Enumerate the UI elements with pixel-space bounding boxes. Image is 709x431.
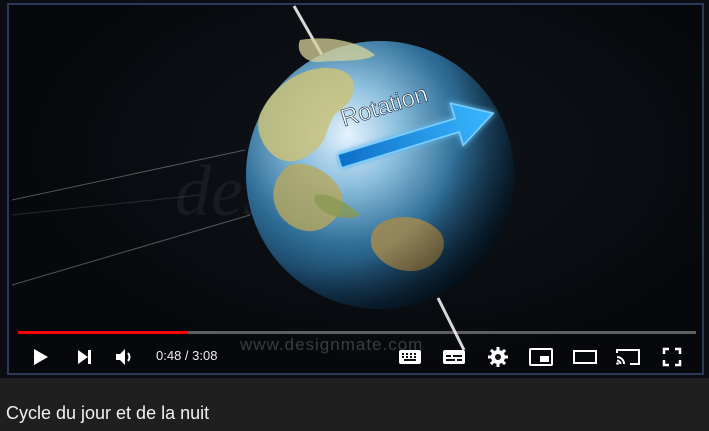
duration: 3:08 — [192, 348, 218, 363]
video-title: Cycle du jour et de la nuit — [6, 403, 210, 423]
settings-button[interactable] — [485, 344, 511, 370]
current-time: 0:48 — [156, 348, 182, 363]
keyboard-button[interactable] — [397, 344, 423, 370]
theater-icon — [573, 350, 597, 364]
orbit-line — [11, 194, 201, 216]
time-separator: / — [181, 348, 193, 363]
theater-button[interactable] — [572, 344, 598, 370]
cast-button[interactable] — [615, 344, 641, 370]
fullscreen-icon — [662, 347, 682, 367]
video-scene: designmate Rotation — [11, 5, 514, 351]
player-controls: 0:48 / 3:08 — [0, 340, 709, 374]
miniplayer-icon — [529, 348, 553, 366]
time-display: 0:48 / 3:08 — [156, 348, 217, 363]
keyboard-icon — [399, 350, 421, 364]
earth-globe — [246, 38, 514, 309]
miniplayer-button[interactable] — [528, 344, 554, 370]
progress-played — [18, 331, 188, 334]
cast-icon — [616, 349, 640, 365]
video-player[interactable]: designmate Rotation www.designmate.com — [0, 0, 709, 378]
settings-icon — [488, 347, 508, 367]
subtitles-icon — [443, 350, 465, 364]
play-icon — [34, 349, 48, 365]
progress-bar[interactable] — [18, 331, 696, 334]
volume-button[interactable] — [111, 344, 137, 370]
subtitles-button[interactable] — [441, 344, 467, 370]
volume-icon — [116, 349, 131, 365]
fullscreen-button[interactable] — [659, 344, 685, 370]
play-button[interactable] — [27, 344, 53, 370]
next-icon — [78, 350, 91, 364]
next-button[interactable] — [71, 344, 97, 370]
